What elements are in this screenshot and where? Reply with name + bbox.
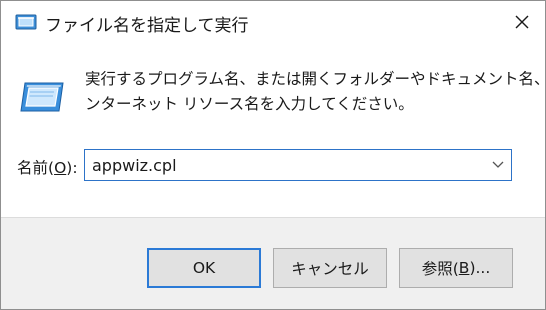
chevron-down-icon[interactable] [491,159,505,171]
instructions-text: 実行するプログラム名、または開くフォルダーやドキュメント名、イ ンターネット リ… [85,67,546,117]
browse-label-suffix: )... [469,259,491,277]
window-title: ファイル名を指定して実行 [45,16,249,36]
button-bar: OK キャンセル 参照(B)... [1,217,545,309]
command-input[interactable]: appwiz.cpl [92,156,177,175]
command-combobox[interactable]: appwiz.cpl [84,149,512,181]
instructions-line-1: 実行するプログラム名、または開くフォルダーやドキュメント名、イ [85,70,546,88]
instructions-line-2: ンターネット リソース名を入力してください。 [85,95,414,113]
title-bar[interactable]: ファイル名を指定して実行 [1,1,545,43]
cancel-button[interactable]: キャンセル [273,248,387,288]
name-label-accelerator: O [54,159,67,177]
browse-label-accelerator: B [458,259,470,277]
run-dialog: ファイル名を指定して実行 実行するプログラム名、または開くフォルダーやドキュメン… [0,0,546,310]
ok-button[interactable]: OK [147,248,261,288]
run-icon [20,82,64,112]
name-label-suffix: ): [66,159,78,177]
name-label-prefix: 名前( [17,159,55,177]
run-icon [15,14,37,30]
close-icon [515,15,529,29]
browse-button[interactable]: 参照(B)... [399,248,513,288]
close-button[interactable] [499,1,545,43]
name-label: 名前(O): [17,156,78,178]
browse-label-prefix: 参照( [421,260,459,278]
